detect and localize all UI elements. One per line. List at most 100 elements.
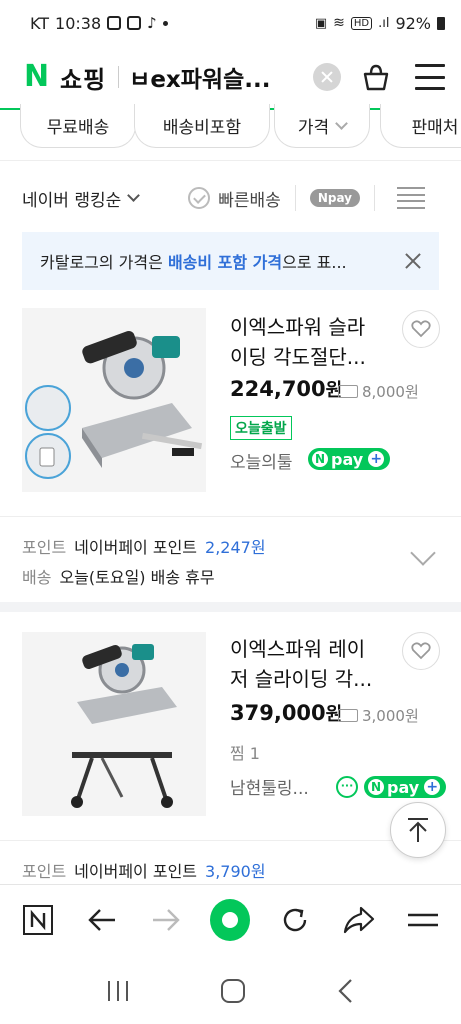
chip-free-shipping[interactable]: 무료배송 bbox=[20, 104, 136, 148]
npay-n-icon: N bbox=[312, 451, 328, 467]
product-image[interactable] bbox=[22, 308, 206, 492]
naver-n-icon bbox=[23, 904, 54, 935]
seller-name[interactable]: 남현툴링... bbox=[230, 774, 309, 799]
fast-delivery-filter[interactable]: 빠른배송 bbox=[218, 186, 281, 211]
scroll-to-top-button[interactable] bbox=[390, 802, 446, 858]
point-label: 네이버페이 포인트 bbox=[74, 862, 198, 881]
title-line: 이딩 각도절단... bbox=[230, 345, 366, 369]
point-label: 네이버페이 포인트 bbox=[74, 538, 198, 557]
chip-price[interactable]: 가격 bbox=[274, 104, 370, 148]
browser-menu-button[interactable] bbox=[403, 900, 443, 940]
browser-toolbar bbox=[0, 884, 461, 954]
list-view-icon[interactable] bbox=[397, 187, 425, 209]
filter-chips: 무료배송 배송비포함 가격 판매처 bbox=[0, 104, 461, 154]
refresh-button[interactable] bbox=[275, 900, 315, 940]
chip-shipping-included[interactable]: 배송비포함 bbox=[134, 104, 270, 148]
green-dot-button[interactable] bbox=[210, 898, 251, 941]
product-title[interactable]: 이엑스파워 레이 저 슬라이딩 각... bbox=[230, 634, 390, 694]
gallery-notification-icon bbox=[107, 16, 122, 30]
product-price: 224,700원 bbox=[230, 377, 343, 401]
check-icon[interactable] bbox=[188, 187, 211, 209]
naver-logo[interactable]: N bbox=[24, 62, 50, 92]
battery-icon bbox=[437, 16, 445, 30]
point-value: 3,790원 bbox=[205, 862, 266, 881]
share-button[interactable] bbox=[339, 900, 379, 940]
search-input[interactable]: ㅂex파워슬... bbox=[129, 60, 301, 94]
npay-badge: Npay + bbox=[364, 776, 447, 798]
menu-icon[interactable] bbox=[415, 64, 446, 90]
arrow-right-icon bbox=[153, 908, 181, 931]
naver-home-button[interactable] bbox=[18, 900, 58, 940]
forward-button[interactable] bbox=[146, 900, 186, 940]
heart-icon bbox=[411, 642, 431, 660]
section-gap bbox=[0, 602, 461, 612]
wifi-icon: ≋ bbox=[333, 15, 345, 31]
delivery-value: 오늘(토요일) 배송 휴무 bbox=[59, 568, 215, 587]
point-value: 2,247원 bbox=[205, 538, 266, 557]
arrow-up-icon bbox=[408, 818, 428, 842]
product-title[interactable]: 이엑스파워 슬라 이딩 각도절단... bbox=[230, 312, 390, 372]
chevron-down-icon[interactable] bbox=[127, 189, 141, 202]
sort-bar: 네이버 랭킹순 빠른배송 Npay bbox=[0, 172, 461, 224]
heart-icon bbox=[411, 320, 431, 338]
product-image[interactable] bbox=[22, 632, 206, 816]
chip-label: 가격 bbox=[297, 118, 330, 138]
miter-saw-stand-image bbox=[22, 632, 206, 816]
divider bbox=[294, 185, 296, 211]
close-icon[interactable] bbox=[403, 252, 421, 270]
system-nav-bar bbox=[0, 958, 461, 1024]
arrow-left-icon bbox=[88, 908, 116, 931]
chip-label: 무료배송 bbox=[46, 118, 110, 138]
title-line: 저 슬라이딩 각... bbox=[230, 667, 373, 691]
catalog-price-notice: 카탈로그의 가격은 배송비 포함 가격으로 표... bbox=[22, 232, 439, 290]
npay-badge: Npay + bbox=[308, 448, 391, 470]
wishlist-button[interactable] bbox=[402, 632, 440, 670]
more-notifications-icon bbox=[162, 20, 168, 26]
seller-name[interactable]: 오늘의툴 bbox=[230, 448, 293, 473]
divider bbox=[374, 185, 375, 211]
delivery-row: 배송 오늘(토요일) 배송 휴무 bbox=[22, 564, 215, 588]
notice-text: 카탈로그의 가격은 배송비 포함 가격으로 표... bbox=[40, 253, 347, 272]
battery-level: 92% bbox=[395, 13, 431, 33]
thread-notification-icon: ♪ bbox=[147, 14, 157, 32]
plus-icon: + bbox=[424, 779, 441, 795]
menu-icon bbox=[407, 913, 438, 926]
miter-saw-image bbox=[22, 308, 206, 492]
today-dispatch-badge: 오늘출발 bbox=[230, 416, 292, 440]
product-price: 379,000원 bbox=[230, 701, 343, 725]
truck-icon bbox=[338, 385, 358, 398]
wishlist-button[interactable] bbox=[402, 310, 440, 348]
shopping-title[interactable]: 쇼핑 bbox=[60, 60, 106, 95]
status-bar: KT 10:38 ♪ ▣ ≋ HD .ıl 92% bbox=[0, 0, 461, 46]
green-dot-icon bbox=[210, 898, 251, 941]
signal-icon: .ıl bbox=[378, 15, 390, 31]
cart-icon[interactable] bbox=[361, 62, 391, 92]
chip-label: 판매처 bbox=[411, 118, 459, 138]
delivery-key: 배송 bbox=[22, 568, 52, 587]
header-divider bbox=[118, 66, 120, 88]
home-icon[interactable] bbox=[220, 978, 246, 1004]
share-icon bbox=[343, 906, 374, 933]
chip-seller[interactable]: 판매처 bbox=[380, 104, 461, 148]
point-key: 포인트 bbox=[22, 538, 67, 557]
back-nav-icon[interactable] bbox=[336, 978, 356, 1004]
wishlist-count: 찜 1 bbox=[230, 744, 260, 763]
chevron-down-icon bbox=[335, 117, 349, 130]
npay-filter[interactable]: Npay bbox=[309, 189, 360, 207]
sort-dropdown[interactable]: 네이버 랭킹순 bbox=[22, 186, 121, 211]
talk-icon[interactable]: ··· bbox=[336, 776, 358, 798]
title-line: 이엑스파워 레이 bbox=[230, 637, 366, 661]
divider bbox=[0, 516, 461, 517]
expand-chevron-icon[interactable] bbox=[410, 540, 436, 566]
chip-label: 배송비포함 bbox=[162, 118, 242, 138]
back-button[interactable] bbox=[82, 900, 122, 940]
hd-icon: HD bbox=[350, 16, 373, 30]
clear-search-button[interactable] bbox=[313, 63, 342, 91]
divider bbox=[0, 160, 461, 161]
search-header: N 쇼핑 ㅂex파워슬... bbox=[0, 46, 461, 110]
shipping-fee: 8,000원 bbox=[338, 381, 419, 402]
shipping-fee: 3,000원 bbox=[338, 705, 419, 726]
clock: 10:38 bbox=[55, 13, 102, 33]
point-row: 포인트 네이버페이 포인트 3,790원 bbox=[22, 858, 266, 882]
recent-apps-icon[interactable] bbox=[105, 979, 131, 1003]
